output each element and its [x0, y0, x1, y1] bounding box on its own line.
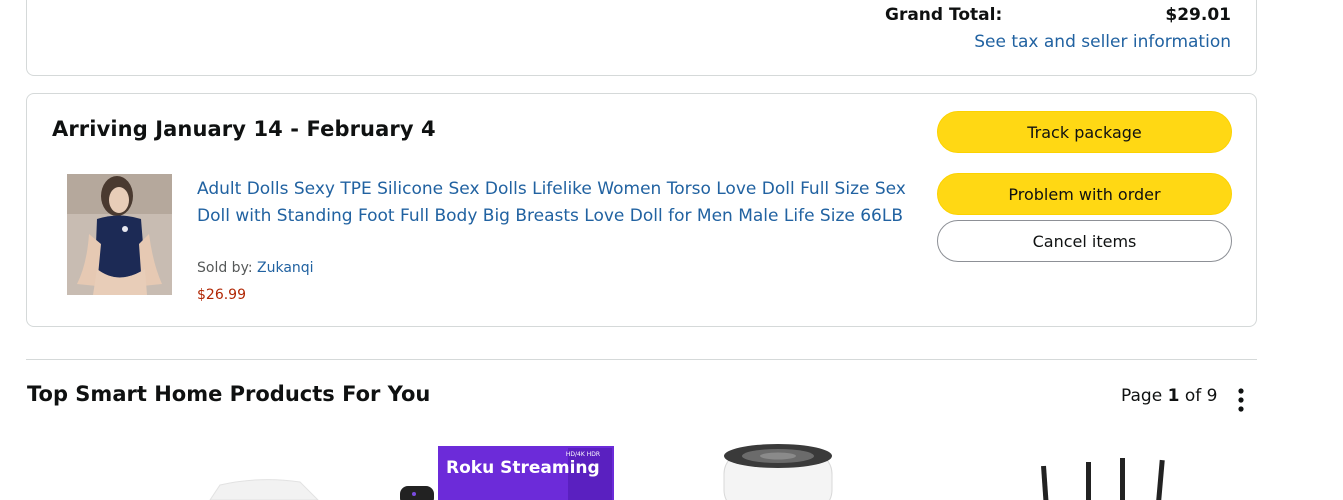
track-package-button[interactable]: Track package: [937, 111, 1232, 153]
sold-by: Sold by: Zukanqi: [197, 260, 314, 276]
shipment-card: Arriving January 14 - February 4 Adult D…: [26, 93, 1257, 327]
product-price: $26.99: [197, 287, 246, 303]
more-options-icon[interactable]: [1232, 387, 1250, 413]
product-title-link[interactable]: Adult Dolls Sexy TPE Silicone Sex Dolls …: [197, 176, 907, 230]
seller-link[interactable]: Zukanqi: [257, 260, 314, 276]
tax-seller-info-link[interactable]: See tax and seller information: [974, 32, 1231, 52]
smart-plug-image[interactable]: [200, 440, 320, 500]
air-purifier-image[interactable]: [720, 440, 835, 500]
product-thumbnail[interactable]: [67, 174, 172, 295]
product-photo-icon: [67, 174, 172, 295]
grand-total-label: Grand Total:: [885, 5, 1003, 25]
pager-of: of: [1184, 386, 1202, 406]
roku-box-text: Roku Streaming: [446, 458, 600, 478]
roku-streaming-stick-image[interactable]: HD/4K HDR Roku Streaming: [400, 440, 615, 500]
section-divider: [26, 359, 1257, 360]
order-summary-card: Grand Total: $29.01 See tax and seller i…: [26, 0, 1257, 76]
recommendations-title: Top Smart Home Products For You: [27, 382, 431, 406]
pager-total: 9: [1206, 386, 1218, 406]
carousel-pager: Page 1 of 9: [1121, 386, 1217, 406]
pager-prefix: Page: [1121, 386, 1163, 406]
roku-badge: HD/4K HDR: [566, 451, 600, 458]
sold-by-label: Sold by:: [197, 260, 253, 276]
pager-current: 1: [1167, 386, 1180, 406]
grand-total-value: $29.01: [1165, 5, 1231, 25]
arrival-date-heading: Arriving January 14 - February 4: [52, 117, 436, 141]
wifi-router-image[interactable]: [1030, 440, 1190, 500]
cancel-items-button[interactable]: Cancel items: [937, 220, 1232, 262]
problem-with-order-button[interactable]: Problem with order: [937, 173, 1232, 215]
